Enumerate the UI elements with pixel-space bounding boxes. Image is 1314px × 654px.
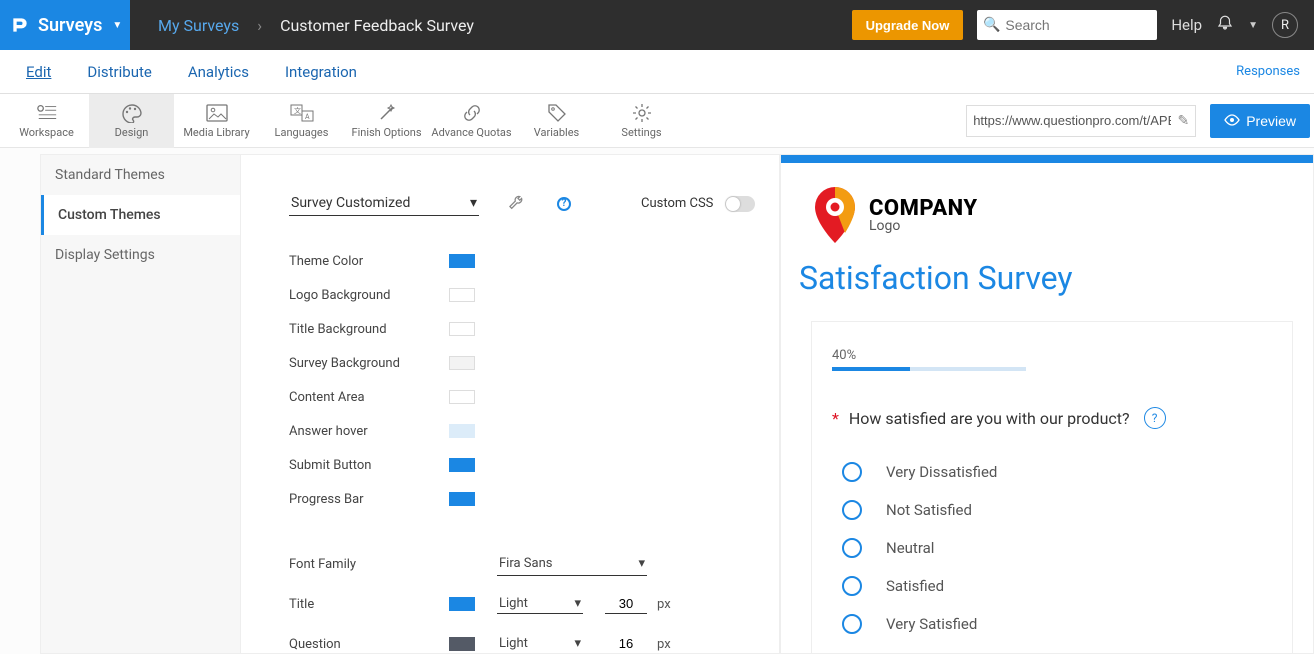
responses-link[interactable]: Responses <box>1236 64 1306 79</box>
tag-icon <box>547 102 567 124</box>
swatch-question-color[interactable] <box>449 637 475 651</box>
radio-option[interactable] <box>842 576 862 596</box>
question-weight-select[interactable]: Light▾ <box>497 634 583 654</box>
eye-icon <box>1224 113 1240 129</box>
swatch-answer-hover[interactable] <box>449 424 475 438</box>
radio-option[interactable] <box>842 614 862 634</box>
workspace-icon <box>36 102 58 124</box>
upgrade-button[interactable]: Upgrade Now <box>852 10 964 40</box>
survey-url-input[interactable] <box>973 113 1171 128</box>
breadcrumb: My Surveys › Customer Feedback Survey <box>130 16 474 35</box>
tab-integration[interactable]: Integration <box>267 61 375 83</box>
app-logo <box>10 15 30 35</box>
tool-languages[interactable]: 文A Languages <box>259 94 344 148</box>
sidebar-item-custom-themes[interactable]: Custom Themes <box>41 195 240 235</box>
bell-icon[interactable] <box>1216 14 1234 37</box>
help-link[interactable]: Help <box>1171 16 1202 34</box>
theme-editor: Survey Customized ▾ ? Custom CSS Theme C… <box>240 154 780 654</box>
required-indicator: * <box>832 409 839 428</box>
swatch-progress-bar[interactable] <box>449 492 475 506</box>
custom-css-label: Custom CSS <box>641 196 713 211</box>
swatch-title-color[interactable] <box>449 597 475 611</box>
tool-finish[interactable]: Finish Options <box>344 94 429 148</box>
caret-down-icon: ▾ <box>638 556 645 571</box>
caret-down-icon: ▾ <box>470 195 477 211</box>
chevron-down-icon[interactable]: ▼ <box>1248 20 1258 31</box>
svg-text:A: A <box>305 113 310 121</box>
sidebar-item-standard-themes[interactable]: Standard Themes <box>41 155 240 195</box>
swatch-title-background[interactable] <box>449 322 475 336</box>
toolbar: Workspace Design Media Library 文A Langua… <box>0 94 1314 148</box>
search-icon: 🔍 <box>983 17 1000 33</box>
preview-survey-title: Satisfaction Survey <box>781 259 1313 297</box>
chevron-right-icon: › <box>257 16 262 35</box>
tool-workspace[interactable]: Workspace <box>4 94 89 148</box>
sidebar-item-display-settings[interactable]: Display Settings <box>41 235 240 275</box>
search-input[interactable] <box>977 10 1157 40</box>
pencil-icon[interactable]: ✎ <box>1177 113 1189 129</box>
search-wrap: 🔍 <box>977 10 1157 40</box>
theme-preset-select[interactable]: Survey Customized ▾ <box>289 191 479 216</box>
progress-label: 40% <box>832 348 1272 363</box>
brand-label: Surveys <box>38 15 102 36</box>
preview-question: How satisfied are you with our product? <box>849 409 1130 428</box>
tool-quotas[interactable]: Advance Quotas <box>429 94 514 148</box>
tool-design[interactable]: Design <box>89 94 174 148</box>
gear-icon <box>632 102 652 124</box>
help-icon[interactable]: ? <box>557 197 571 211</box>
radio-option[interactable] <box>842 538 862 558</box>
nav-tabs: Edit Distribute Analytics Integration Re… <box>0 50 1314 94</box>
tool-media[interactable]: Media Library <box>174 94 259 148</box>
font-family-select[interactable]: Fira Sans ▾ <box>497 552 647 576</box>
swatch-theme-color[interactable] <box>449 254 475 268</box>
svg-text:文: 文 <box>294 106 301 115</box>
swatch-submit-button[interactable] <box>449 458 475 472</box>
tab-distribute[interactable]: Distribute <box>69 61 169 83</box>
company-pin-icon <box>811 187 859 243</box>
tab-analytics[interactable]: Analytics <box>170 61 267 83</box>
swatch-logo-background[interactable] <box>449 288 475 302</box>
title-weight-select[interactable]: Light▾ <box>497 594 583 614</box>
radio-option[interactable] <box>842 500 862 520</box>
question-size-input[interactable] <box>605 634 647 654</box>
survey-url-box: ✎ <box>966 105 1196 137</box>
topbar: Surveys ▼ My Surveys › Customer Feedback… <box>0 0 1314 50</box>
question-info-icon[interactable]: ? <box>1144 407 1166 429</box>
brand-menu[interactable]: Surveys ▼ <box>0 0 130 50</box>
image-icon <box>206 102 228 124</box>
preview-button[interactable]: Preview <box>1210 104 1310 138</box>
link-icon <box>462 102 482 124</box>
wand-icon <box>377 102 397 124</box>
swatch-content-area[interactable] <box>449 390 475 404</box>
tool-settings[interactable]: Settings <box>599 94 684 148</box>
survey-preview: COMPANY Logo Satisfaction Survey 40% * H… <box>780 154 1314 654</box>
preview-accent-bar <box>781 155 1313 163</box>
tool-variables[interactable]: Variables <box>514 94 599 148</box>
palette-icon <box>120 102 144 124</box>
breadcrumb-current: Customer Feedback Survey <box>280 16 474 35</box>
progress-bar <box>832 367 1026 371</box>
avatar[interactable]: R <box>1272 12 1298 38</box>
breadcrumb-root[interactable]: My Surveys <box>158 16 239 35</box>
swatch-survey-background[interactable] <box>449 356 475 370</box>
wrench-icon[interactable] <box>509 193 527 215</box>
caret-down-icon: ▼ <box>112 20 122 31</box>
tab-edit[interactable]: Edit <box>8 61 69 83</box>
sidebar: Standard Themes Custom Themes Display Se… <box>40 154 240 654</box>
custom-css-toggle[interactable] <box>725 196 755 212</box>
radio-option[interactable] <box>842 462 862 482</box>
title-size-input[interactable] <box>605 594 647 614</box>
translate-icon: 文A <box>290 102 314 124</box>
